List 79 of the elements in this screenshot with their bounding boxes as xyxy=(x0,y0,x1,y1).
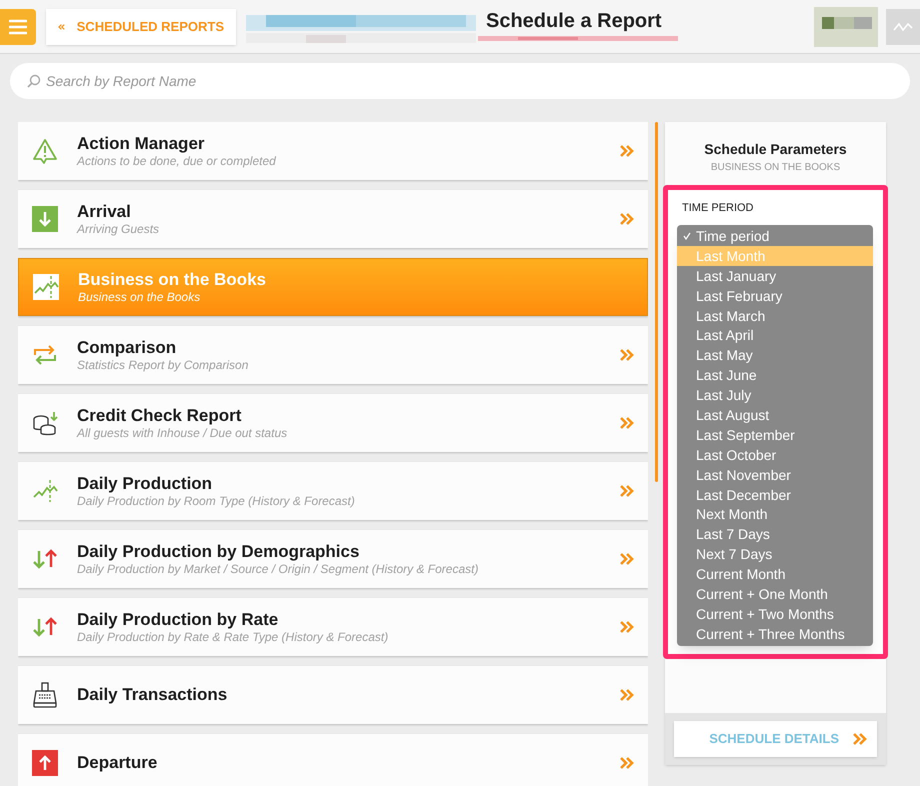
chevrons-icon xyxy=(620,145,634,157)
schedule-details-button[interactable]: SCHEDULE DETAILS xyxy=(674,721,877,757)
chevrons-icon xyxy=(620,621,634,633)
report-title: Daily Transactions xyxy=(77,684,228,706)
dropdown-option[interactable]: Last March xyxy=(677,306,873,326)
dropdown-option[interactable]: Last October xyxy=(677,445,873,466)
chevrons-icon xyxy=(620,213,634,225)
report-title: Credit Check Report xyxy=(77,404,242,426)
report-description: Daily Production by Market / Source / Origin / Segment (History & Forecast) xyxy=(77,562,480,578)
report-item[interactable]: Daily Production by Rate Daily Production by Rate & Rate Type (History & Forecast) xyxy=(18,598,648,656)
report-title: Departure xyxy=(77,752,158,774)
dropdown-option[interactable]: Time period xyxy=(677,226,873,246)
search-field[interactable]: Search by Report Name xyxy=(10,63,910,99)
report-item[interactable]: Comparison Statistics Report by Comparison xyxy=(18,326,648,384)
cash-register-icon xyxy=(31,681,59,709)
dropdown-option[interactable]: Last April xyxy=(677,326,873,346)
report-title: Daily Production xyxy=(77,472,214,494)
chevrons-icon xyxy=(620,417,634,429)
warning-icon xyxy=(31,137,59,165)
page-title: Schedule a Report xyxy=(486,10,663,30)
dropdown-option[interactable]: Next 7 Days xyxy=(677,544,873,565)
report-description: Arriving Guests xyxy=(77,222,160,238)
chevrons-icon xyxy=(620,757,634,769)
dropdown-option[interactable]: Next Month xyxy=(677,504,873,525)
report-title: Action Manager xyxy=(77,132,206,154)
report-item[interactable]: Credit Check Report All guests with Inhouse / Due out status xyxy=(18,394,648,452)
back-button[interactable]: SCHEDULED REPORTS xyxy=(46,8,236,44)
line-chart-icon xyxy=(32,273,60,301)
scrollbar[interactable] xyxy=(655,122,658,482)
dropdown-option[interactable]: Last January xyxy=(677,266,873,286)
activity-button[interactable] xyxy=(886,8,920,44)
report-title: Arrival xyxy=(77,200,132,222)
report-description: Statistics Report by Comparison xyxy=(77,358,250,374)
menu-button[interactable] xyxy=(0,8,36,44)
arrow-down-icon xyxy=(31,205,59,233)
report-item[interactable]: Departure xyxy=(18,734,648,786)
arrow-up-icon xyxy=(31,749,59,777)
search-icon xyxy=(27,74,41,88)
dropdown-option[interactable]: Last November xyxy=(677,465,873,486)
panel-title: Schedule Parameters xyxy=(704,140,847,159)
field-label: TIME PERIOD xyxy=(682,201,755,216)
coins-icon xyxy=(31,409,59,437)
chevrons-icon xyxy=(620,485,634,497)
dropdown-option[interactable]: Current Month xyxy=(677,564,873,585)
report-item[interactable]: Arrival Arriving Guests xyxy=(18,190,648,248)
dropdown-option[interactable]: Last February xyxy=(677,286,873,306)
chevrons-icon xyxy=(853,733,867,745)
report-description: Daily Production by Room Type (History & Forecast) xyxy=(77,494,356,510)
report-title: Daily Production by Demographics xyxy=(77,540,360,562)
dropdown-option[interactable]: Last August xyxy=(677,406,873,426)
dropdown-option[interactable]: Last July xyxy=(677,386,873,406)
dropdown-option[interactable]: Current + Three Months xyxy=(677,624,873,644)
pulse-line-icon xyxy=(893,20,913,32)
report-description: All guests with Inhouse / Due out status xyxy=(77,426,288,442)
report-description: Business on the Books xyxy=(78,290,202,306)
chevrons-icon xyxy=(620,689,634,701)
report-item[interactable]: Business on the Books Business on the Books xyxy=(18,258,648,316)
report-title: Comparison xyxy=(77,336,178,358)
dropdown-option[interactable]: Last June xyxy=(677,366,873,386)
dropdown-option[interactable]: Current + One Month xyxy=(677,584,873,604)
chevrons-icon xyxy=(620,349,634,361)
check-icon xyxy=(682,232,690,240)
report-item[interactable]: Daily Production Daily Production by Room Type (History & Forecast) xyxy=(18,462,648,520)
dropdown-option[interactable]: Last May xyxy=(677,346,873,366)
dropdown-option[interactable]: Current + Two Months xyxy=(677,604,873,624)
report-description: Actions to be done, due or completed xyxy=(77,154,277,170)
report-item[interactable]: Daily Transactions xyxy=(18,666,648,724)
menu-icon xyxy=(9,18,27,34)
dropdown-option[interactable]: Last December xyxy=(677,485,873,505)
report-title: Daily Production by Rate xyxy=(77,608,280,630)
report-item[interactable]: Daily Production by Demographics Daily Production by Market / Source / Origin / Segment (History & Forecast) xyxy=(18,530,648,588)
dropdown-option[interactable]: Last September xyxy=(677,425,873,446)
line-chart-icon xyxy=(31,477,59,505)
panel-subtitle: BUSINESS ON THE BOOKS xyxy=(710,161,840,175)
dropdown-option[interactable]: Last 7 Days xyxy=(677,524,873,545)
report-item[interactable]: Action Manager Actions to be done, due or completed xyxy=(18,122,648,180)
report-description: Daily Production by Rate & Rate Type (History & Forecast) xyxy=(77,630,390,646)
report-title: Business on the Books xyxy=(78,268,267,290)
chevrons-icon xyxy=(620,553,634,565)
